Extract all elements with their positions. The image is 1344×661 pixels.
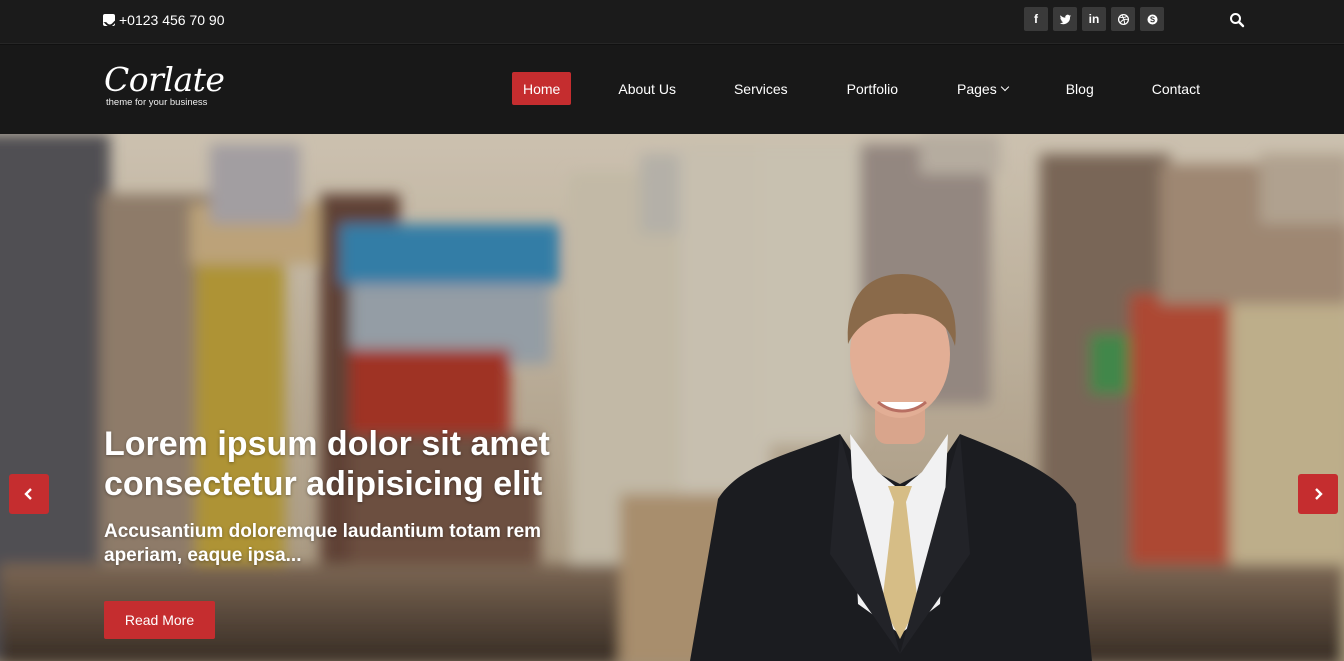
read-more-button[interactable]: Read More bbox=[104, 601, 215, 639]
hero-background-image bbox=[0, 134, 1344, 661]
twitter-icon[interactable] bbox=[1053, 7, 1077, 31]
nav-item-contact[interactable]: Contact bbox=[1141, 72, 1211, 105]
chevron-down-icon bbox=[1000, 82, 1009, 91]
phone-number: +0123 456 70 90 bbox=[119, 12, 225, 28]
nav-item-pages[interactable]: Pages bbox=[946, 72, 1019, 105]
hero-title: Lorem ipsum dolor sit amet consectetur a… bbox=[104, 425, 550, 503]
hero-slider: Lorem ipsum dolor sit amet consectetur a… bbox=[0, 134, 1344, 661]
linkedin-icon[interactable]: in bbox=[1082, 7, 1106, 31]
nav-item-pages-label: Pages bbox=[957, 80, 997, 97]
top-bar: +0123 456 70 90 f in bbox=[0, 0, 1344, 44]
main-navbar: Corlate theme for your business Home Abo… bbox=[0, 45, 1344, 134]
dribbble-icon[interactable] bbox=[1111, 7, 1135, 31]
nav-menu: Home About Us Services Portfolio Pages B… bbox=[512, 72, 1211, 105]
search-icon[interactable] bbox=[1229, 12, 1245, 28]
phone-contact: +0123 456 70 90 bbox=[103, 11, 225, 29]
hero-subtitle: Accusantium doloremque laudantium totam … bbox=[104, 521, 542, 566]
nav-item-blog[interactable]: Blog bbox=[1055, 72, 1105, 105]
slider-prev-button[interactable] bbox=[9, 474, 49, 514]
social-links: f in bbox=[1024, 7, 1164, 31]
nav-item-services[interactable]: Services bbox=[723, 72, 799, 105]
brand-name: Corlate bbox=[104, 60, 225, 99]
chevron-left-icon bbox=[24, 488, 32, 500]
chevron-right-icon bbox=[1315, 488, 1323, 500]
skype-icon[interactable] bbox=[1140, 7, 1164, 31]
slider-next-button[interactable] bbox=[1298, 474, 1338, 514]
brand-logo[interactable]: Corlate theme for your business bbox=[104, 61, 234, 115]
nav-item-about-us[interactable]: About Us bbox=[607, 72, 687, 105]
phone-icon bbox=[103, 14, 115, 26]
nav-item-portfolio[interactable]: Portfolio bbox=[836, 72, 909, 105]
nav-item-home[interactable]: Home bbox=[512, 72, 572, 105]
facebook-icon[interactable]: f bbox=[1024, 7, 1048, 31]
